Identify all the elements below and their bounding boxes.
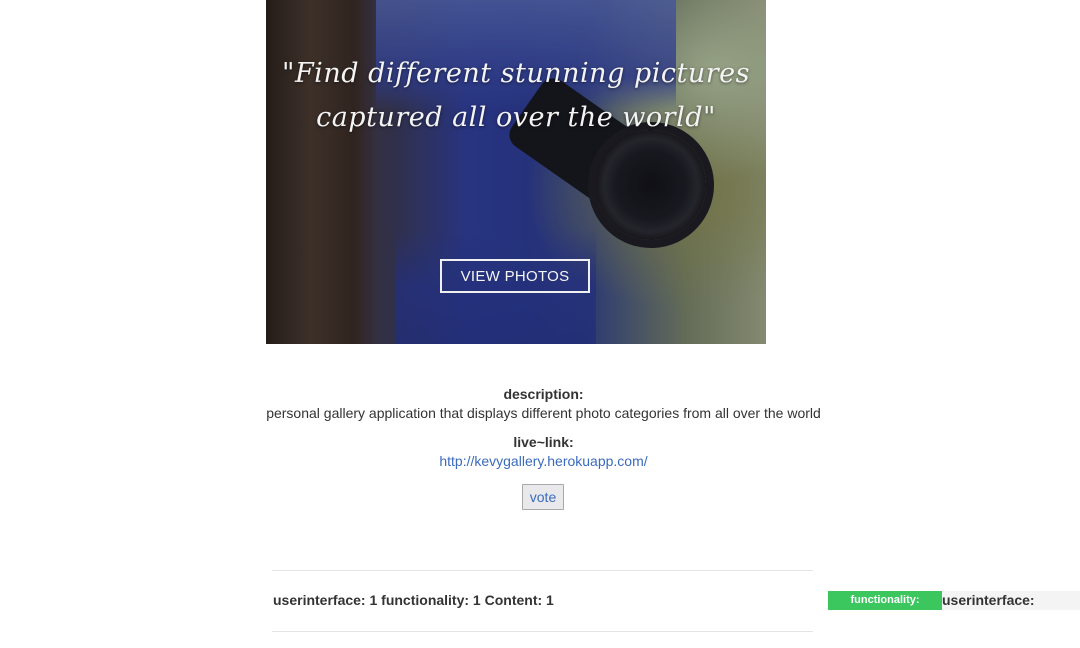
rating-summary: userinterface: 1 functionality: 1 Conten… <box>273 592 554 608</box>
divider-top <box>272 570 813 571</box>
live-link[interactable]: http://kevygallery.herokuapp.com/ <box>439 451 647 471</box>
view-photos-button[interactable]: VIEW PHOTOS <box>440 259 590 293</box>
hero-quote-line-2: captured all over the world" <box>316 102 716 133</box>
functionality-tag: functionality: <box>828 591 942 610</box>
description-label: description: <box>503 386 584 402</box>
divider-bottom <box>272 631 813 632</box>
description-text: personal gallery application that displa… <box>266 405 821 421</box>
hero-quote-line-1: "Find different stunning pictures <box>282 58 750 89</box>
live-link-label: live~link: <box>513 434 574 450</box>
vote-button[interactable]: vote <box>522 484 564 510</box>
project-details: description: personal gallery applicatio… <box>266 385 821 471</box>
rating-tags: functionality: userinterface: <box>828 591 1080 610</box>
hero-quote: "Find different stunning pictures captur… <box>266 52 766 140</box>
hero-photo: "Find different stunning pictures captur… <box>266 0 766 344</box>
userinterface-tag: userinterface: <box>942 591 1080 610</box>
project-page: "Find different stunning pictures captur… <box>0 0 1080 648</box>
